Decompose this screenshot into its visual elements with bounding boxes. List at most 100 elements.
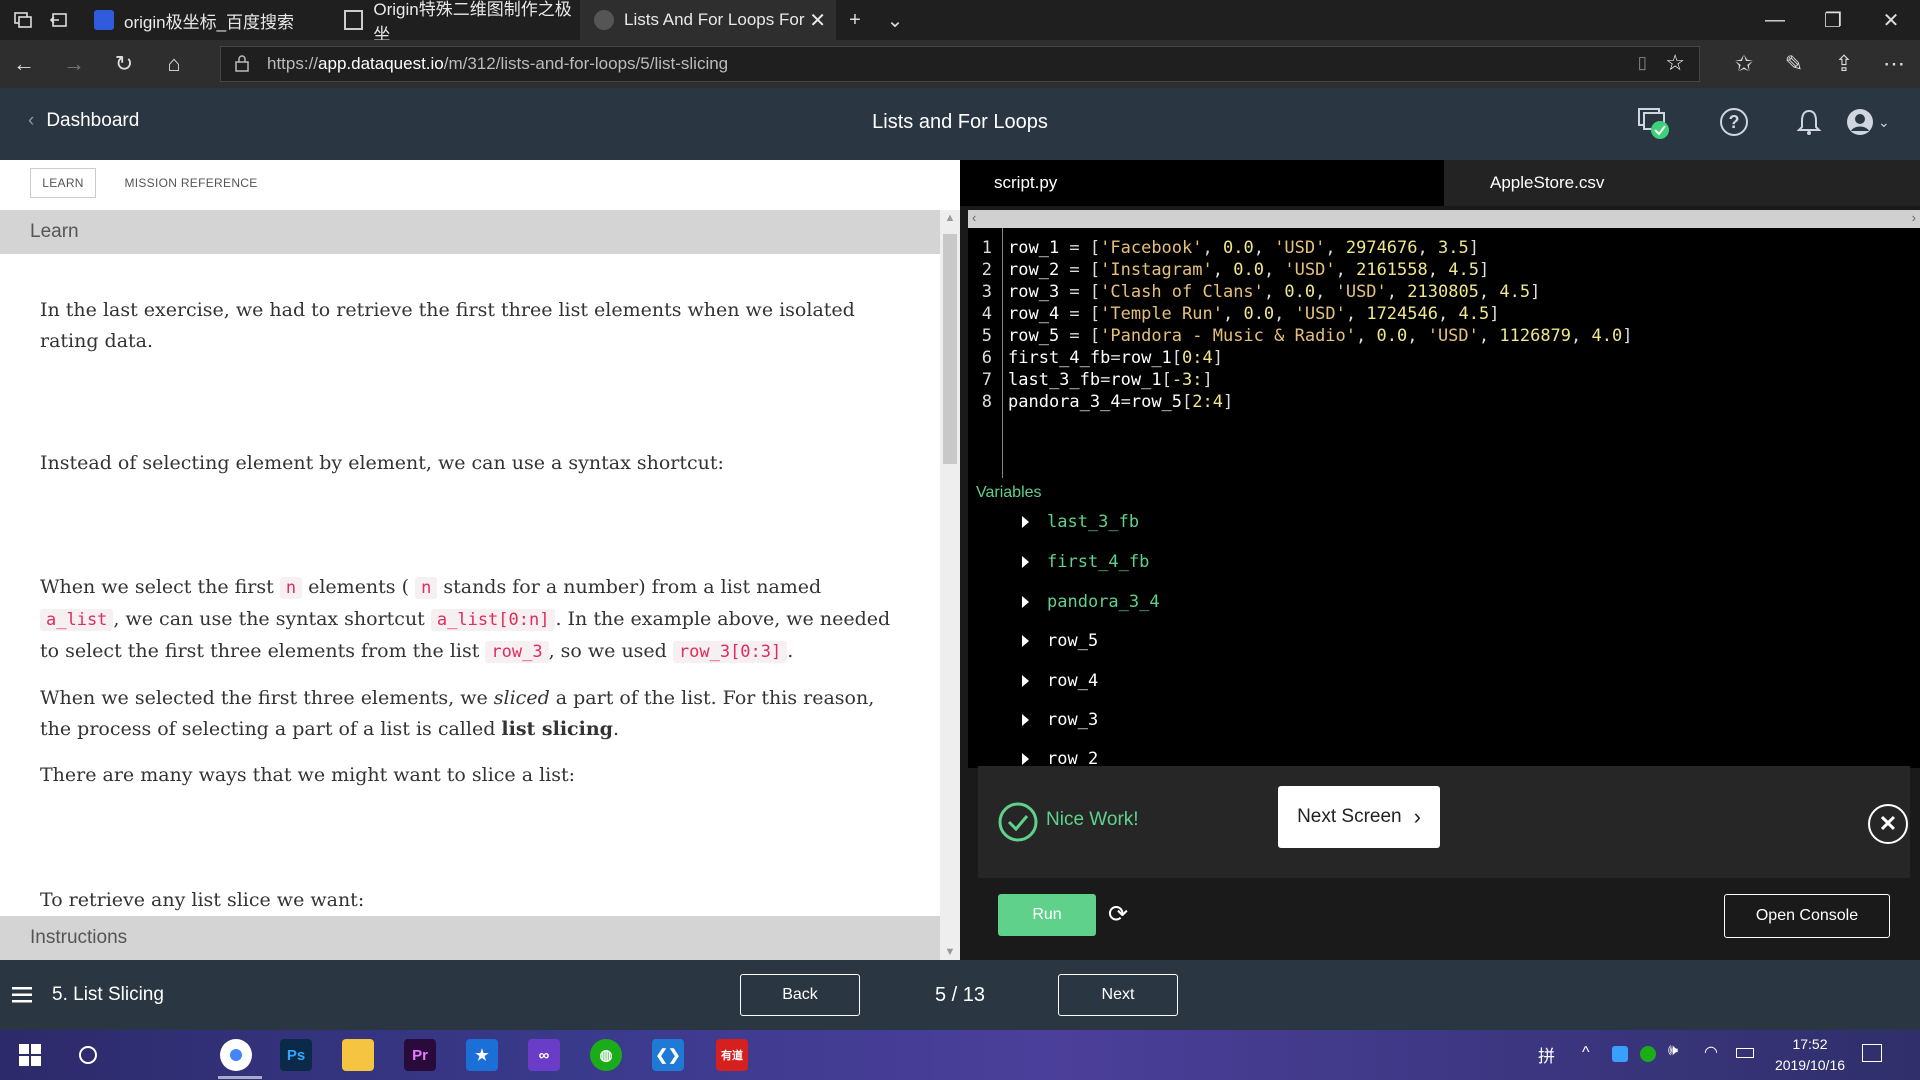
chevron-up-icon[interactable]: ^ bbox=[1582, 1044, 1590, 1062]
reset-icon[interactable]: ⟳ bbox=[1108, 900, 1128, 929]
cortana-icon[interactable] bbox=[72, 1039, 104, 1071]
baidu-icon bbox=[94, 10, 114, 30]
vscode-icon[interactable]: ❮❯ bbox=[652, 1039, 684, 1071]
line-number: 5 bbox=[981, 326, 992, 346]
line-number: 4 bbox=[981, 304, 992, 324]
lesson-scrollbar[interactable]: ▲ ▼ bbox=[940, 210, 960, 960]
expand-triangle-icon bbox=[1022, 753, 1029, 765]
variable-item[interactable]: pandora_3_4 bbox=[1022, 592, 1160, 612]
expand-triangle-icon bbox=[1022, 714, 1029, 726]
url-path: /m/312/lists-and-for-loops/5/list-slicin… bbox=[443, 54, 729, 73]
check-circle-icon bbox=[998, 802, 1038, 847]
tab-list-chevron-icon[interactable]: ⌄ bbox=[872, 0, 918, 40]
scroll-left-icon[interactable]: ‹ bbox=[972, 210, 976, 225]
back-arrow-icon[interactable]: ← bbox=[6, 48, 42, 80]
variable-item[interactable]: last_3_fb bbox=[1022, 512, 1139, 532]
wechat-icon[interactable]: ◍ bbox=[590, 1039, 622, 1071]
close-tab-icon[interactable]: ✕ bbox=[809, 8, 826, 33]
browser-tab-baidu[interactable]: origin极坐标_百度搜索 bbox=[80, 0, 330, 40]
tab-learn[interactable]: LEARN bbox=[30, 168, 96, 198]
line-number: 2 bbox=[981, 260, 992, 280]
paragraph-6: To retrieve any list slice we want: bbox=[40, 889, 365, 911]
pen-icon[interactable]: ✎ bbox=[1776, 48, 1812, 80]
lesson-title[interactable]: 5. List Slicing bbox=[52, 984, 164, 1006]
scroll-up-icon[interactable]: ▲ bbox=[940, 212, 960, 224]
set-tabs-aside-icon[interactable] bbox=[36, 0, 82, 40]
close-banner-icon[interactable]: ✕ bbox=[1868, 804, 1908, 844]
variable-item[interactable]: row_3 bbox=[1022, 710, 1098, 730]
favorites-list-icon[interactable]: ✩ bbox=[1726, 48, 1762, 80]
tray-app-icon[interactable] bbox=[1612, 1046, 1628, 1062]
minimize-icon[interactable]: — bbox=[1752, 0, 1798, 40]
open-console-button[interactable]: Open Console bbox=[1724, 894, 1890, 938]
next-screen-button[interactable]: Next Screen › bbox=[1278, 786, 1440, 848]
inline-code: a_list bbox=[40, 609, 114, 631]
reading-view-icon[interactable]: ▯ bbox=[1638, 53, 1647, 73]
variable-item[interactable]: row_4 bbox=[1022, 671, 1098, 691]
tab-applestore-csv[interactable]: AppleStore.csv bbox=[1444, 160, 1920, 206]
volume-icon[interactable]: 🕪 bbox=[1668, 1042, 1678, 1060]
bell-icon[interactable] bbox=[1796, 108, 1822, 141]
wifi-icon[interactable]: ◠ bbox=[1704, 1042, 1718, 1062]
youdao-icon[interactable]: 有道 bbox=[716, 1039, 748, 1071]
photoshop-icon[interactable]: Ps bbox=[280, 1039, 312, 1071]
url-field[interactable]: https://app.dataquest.io/m/312/lists-and… bbox=[220, 46, 1700, 82]
code-pane: script.py AppleStore.csv ‹ › 1 row_1 = [… bbox=[960, 160, 1920, 960]
refresh-icon[interactable]: ↻ bbox=[106, 48, 142, 80]
inline-code: row_3 bbox=[485, 641, 549, 663]
clock[interactable]: 17:52 2019/10/16 bbox=[1770, 1034, 1850, 1076]
variable-item[interactable]: row_2 bbox=[1022, 749, 1098, 767]
browser-tab-dataquest[interactable]: Lists And For Loops For ✕ bbox=[580, 0, 836, 40]
code-editor[interactable]: 1 row_1 = ['Facebook', 0.0, 'USD', 29746… bbox=[968, 228, 1920, 478]
home-icon[interactable]: ⌂ bbox=[156, 48, 192, 80]
instructions-heading[interactable]: Instructions bbox=[0, 916, 940, 960]
ime-indicator[interactable]: 拼 bbox=[1538, 1042, 1555, 1067]
tab-mission-reference[interactable]: MISSION REFERENCE bbox=[116, 168, 266, 198]
line-number: 8 bbox=[981, 392, 992, 412]
more-menu-icon[interactable]: ⋯ bbox=[1876, 48, 1912, 80]
success-banner: Nice Work! Next Screen › ✕ bbox=[978, 766, 1910, 878]
wechat-tray-icon[interactable] bbox=[1640, 1046, 1656, 1062]
gutter-divider bbox=[1002, 228, 1003, 478]
paragraph-4: When we selected the first three element… bbox=[40, 687, 875, 740]
scroll-right-icon[interactable]: › bbox=[1912, 210, 1916, 225]
page-title: Lists and For Loops bbox=[872, 111, 1048, 133]
dataquest-icon bbox=[594, 10, 614, 30]
back-button[interactable]: Back bbox=[740, 974, 860, 1016]
windows-start-icon[interactable] bbox=[14, 1039, 46, 1071]
variable-item[interactable]: row_5 bbox=[1022, 631, 1098, 651]
lock-icon bbox=[235, 54, 249, 77]
code-line: row_4 = ['Temple Run', 0.0, 'USD', 17245… bbox=[1008, 304, 1500, 324]
tab-title: origin极坐标_百度搜索 bbox=[124, 12, 295, 32]
learn-heading[interactable]: Learn bbox=[0, 210, 940, 254]
browser-tab-origin[interactable]: Origin特殊二维图制作之极坐 bbox=[330, 0, 580, 44]
favorite-star-icon[interactable]: ☆ bbox=[1665, 50, 1685, 76]
run-button[interactable]: Run bbox=[998, 894, 1096, 936]
paragraph-2: Instead of selecting element by element,… bbox=[40, 452, 724, 474]
chrome-icon[interactable] bbox=[220, 1039, 252, 1071]
scroll-down-icon[interactable]: ▼ bbox=[940, 946, 960, 958]
editor-hscrollbar[interactable]: ‹ › bbox=[968, 210, 1920, 228]
share-icon[interactable]: ⇪ bbox=[1826, 48, 1862, 80]
next-button[interactable]: Next bbox=[1058, 974, 1178, 1016]
file-explorer-icon[interactable] bbox=[342, 1039, 374, 1071]
forward-arrow-icon[interactable]: → bbox=[56, 48, 92, 80]
line-number: 1 bbox=[981, 238, 992, 258]
browser-tab-bar: origin极坐标_百度搜索 Origin特殊二维图制作之极坐 Lists An… bbox=[0, 0, 1920, 44]
close-window-icon[interactable]: ✕ bbox=[1868, 0, 1914, 40]
app-star-icon[interactable]: ★ bbox=[466, 1039, 498, 1071]
chevron-down-icon: ⌄ bbox=[1878, 113, 1890, 130]
variable-item[interactable]: first_4_fb bbox=[1022, 552, 1149, 572]
battery-icon[interactable] bbox=[1736, 1048, 1754, 1058]
help-icon[interactable]: ? bbox=[1720, 108, 1748, 136]
premiere-icon[interactable]: Pr bbox=[404, 1039, 436, 1071]
menu-icon[interactable] bbox=[12, 986, 32, 1009]
chat-check-icon[interactable] bbox=[1636, 106, 1670, 145]
restore-icon[interactable]: ❐ bbox=[1810, 0, 1856, 40]
visual-studio-icon[interactable]: ∞ bbox=[528, 1039, 560, 1071]
tab-script-py[interactable]: script.py bbox=[960, 160, 1444, 206]
paragraph-1: In the last exercise, we had to retrieve… bbox=[40, 299, 855, 352]
scroll-thumb[interactable] bbox=[943, 234, 957, 464]
notifications-icon[interactable] bbox=[1862, 1044, 1882, 1062]
account-icon[interactable]: ⌄ bbox=[1846, 108, 1890, 136]
